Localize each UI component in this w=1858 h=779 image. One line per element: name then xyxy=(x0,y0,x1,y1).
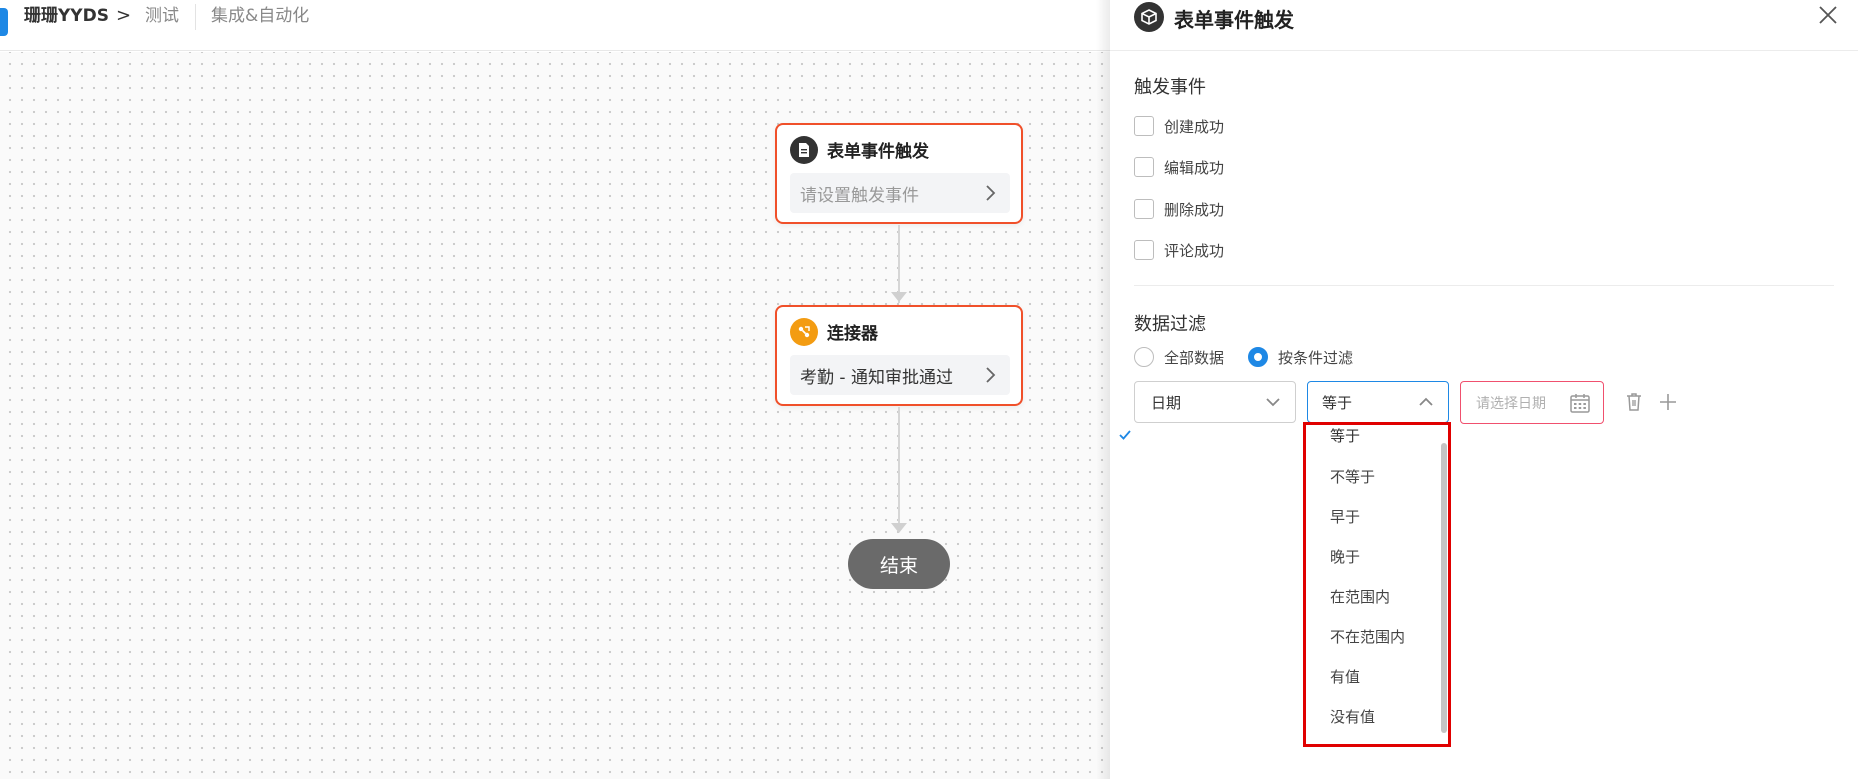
chevron-down-icon xyxy=(1266,398,1280,407)
chevron-up-icon xyxy=(1419,397,1433,406)
config-panel: 表单事件触发 触发事件 创建成功 编辑成功 删除成功 评论成功 数据过滤 全部数… xyxy=(1110,0,1858,779)
filter-section-title: 数据过滤 xyxy=(1134,314,1206,335)
checkbox-comment-success[interactable]: 评论成功 xyxy=(1134,239,1224,261)
calendar-icon[interactable] xyxy=(1569,392,1591,414)
checkbox-box[interactable] xyxy=(1134,199,1154,219)
checkbox-box[interactable] xyxy=(1134,116,1154,136)
document-icon xyxy=(790,136,818,164)
connector-node-setting[interactable]: 考勤 - 通知审批通过 xyxy=(790,355,1010,395)
app-root: 珊珊YYDS > 测试 集成&自动化 表单事件触发 请设置触发事件 连接器 考勤… xyxy=(0,0,1858,779)
date-input-placeholder: 请选择日期 xyxy=(1476,395,1546,412)
dropdown-scrollbar[interactable] xyxy=(1441,443,1447,733)
checkbox-label: 删除成功 xyxy=(1164,200,1225,219)
operator-option-before[interactable]: 早于 xyxy=(1330,506,1360,527)
checkbox-create-success[interactable]: 创建成功 xyxy=(1134,115,1224,137)
breadcrumb-test[interactable]: 测试 xyxy=(145,6,179,26)
panel-shadow xyxy=(1096,0,1110,779)
section-divider xyxy=(1134,285,1834,286)
chevron-right-icon xyxy=(986,185,996,201)
operator-option-not-equal[interactable]: 不等于 xyxy=(1330,466,1375,487)
radio-circle-selected[interactable] xyxy=(1248,347,1268,367)
operator-option-in-range[interactable]: 在范围内 xyxy=(1330,586,1390,607)
flow-arrow-2 xyxy=(891,523,907,533)
breadcrumb-integration[interactable]: 集成&自动化 xyxy=(211,6,309,26)
flow-arrow-1 xyxy=(891,292,907,302)
app-logo-icon xyxy=(0,8,8,36)
panel-title: 表单事件触发 xyxy=(1174,8,1294,32)
operator-option-has-value[interactable]: 有值 xyxy=(1330,666,1360,687)
trigger-node-body-text: 请设置触发事件 xyxy=(800,185,919,206)
radio-condition-filter[interactable]: 按条件过滤 xyxy=(1248,346,1353,368)
trigger-section-title: 触发事件 xyxy=(1134,77,1206,98)
panel-header: 表单事件触发 xyxy=(1110,0,1858,51)
date-input[interactable]: 请选择日期 xyxy=(1460,381,1604,424)
radio-label: 按条件过滤 xyxy=(1278,348,1354,367)
radio-all-data[interactable]: 全部数据 xyxy=(1134,346,1224,368)
operator-option-not-in-range[interactable]: 不在范围内 xyxy=(1330,626,1405,647)
operator-dropdown: 等于 不等于 早于 晚于 在范围内 不在范围内 有值 没有值 xyxy=(1303,422,1451,747)
check-icon xyxy=(1119,430,1131,440)
radio-circle[interactable] xyxy=(1134,347,1154,367)
trigger-node-setting[interactable]: 请设置触发事件 xyxy=(790,173,1010,213)
breadcrumb-app[interactable]: 珊珊YYDS xyxy=(24,6,109,26)
checkbox-label: 编辑成功 xyxy=(1164,158,1225,177)
flow-edge-2 xyxy=(898,407,900,531)
connector-icon xyxy=(790,318,818,346)
close-icon[interactable] xyxy=(1816,3,1840,27)
operator-option-after[interactable]: 晚于 xyxy=(1330,546,1360,567)
breadcrumb-separator: > xyxy=(116,5,132,26)
field-select-value: 日期 xyxy=(1151,393,1182,412)
chevron-right-icon xyxy=(986,367,996,383)
checkbox-box[interactable] xyxy=(1134,157,1154,177)
breadcrumb-divider xyxy=(195,4,196,30)
connector-node[interactable]: 连接器 考勤 - 通知审批通过 xyxy=(775,305,1023,406)
checkbox-label: 创建成功 xyxy=(1164,117,1225,136)
checkbox-box[interactable] xyxy=(1134,240,1154,260)
plus-icon[interactable] xyxy=(1658,391,1678,413)
breadcrumb: 珊珊YYDS > 测试 集成&自动化 xyxy=(0,0,1110,51)
operator-select[interactable]: 等于 xyxy=(1307,381,1449,423)
field-select[interactable]: 日期 xyxy=(1134,381,1296,423)
trigger-node-title: 表单事件触发 xyxy=(827,142,929,162)
operator-option-equal[interactable]: 等于 xyxy=(1330,425,1360,446)
end-node[interactable]: 结束 xyxy=(848,539,950,589)
checkbox-edit-success[interactable]: 编辑成功 xyxy=(1134,156,1224,178)
connector-node-body-text: 考勤 - 通知审批通过 xyxy=(800,367,953,388)
radio-label: 全部数据 xyxy=(1164,348,1225,367)
operator-select-value: 等于 xyxy=(1322,393,1353,412)
cube-icon xyxy=(1134,2,1164,32)
connector-node-title: 连接器 xyxy=(827,324,878,344)
trash-icon[interactable] xyxy=(1624,391,1644,413)
operator-option-no-value[interactable]: 没有值 xyxy=(1330,706,1375,727)
flow-canvas[interactable]: 表单事件触发 请设置触发事件 连接器 考勤 - 通知审批通过 结束 xyxy=(0,52,1110,779)
trigger-node[interactable]: 表单事件触发 请设置触发事件 xyxy=(775,123,1023,224)
checkbox-delete-success[interactable]: 删除成功 xyxy=(1134,198,1224,220)
checkbox-label: 评论成功 xyxy=(1164,241,1225,260)
